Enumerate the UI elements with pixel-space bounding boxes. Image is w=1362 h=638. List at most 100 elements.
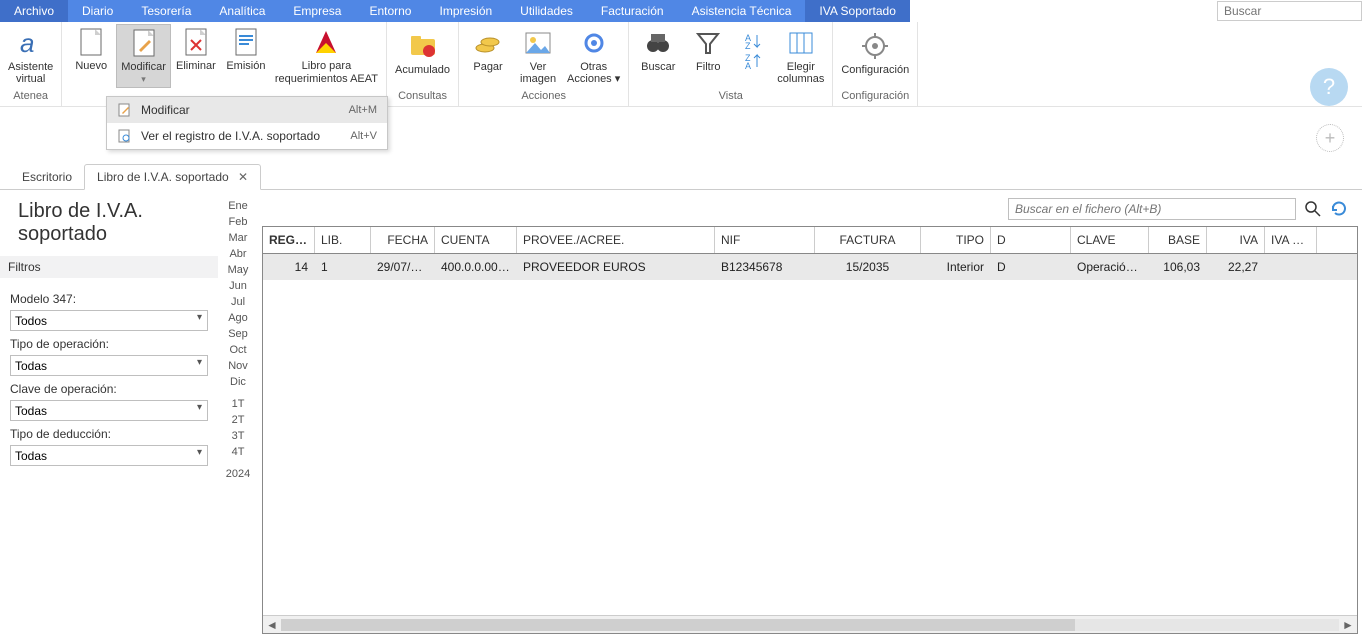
- otras-acciones-button[interactable]: OtrasAcciones ▾: [563, 25, 624, 88]
- page-title: Libro de I.V.A. soportado: [0, 190, 218, 256]
- search-icon[interactable]: [1304, 200, 1322, 218]
- rbtn-label: Verimagen: [520, 61, 556, 86]
- menu-analitica[interactable]: Analítica: [205, 0, 279, 22]
- tab-escritorio[interactable]: Escritorio: [10, 165, 84, 189]
- close-icon[interactable]: ✕: [238, 170, 248, 184]
- pagar-button[interactable]: Pagar: [463, 25, 513, 76]
- dropdown-item-label: Ver el registro de I.V.A. soportado: [141, 129, 320, 143]
- quarter-3t[interactable]: 3T: [232, 428, 245, 444]
- buscar-button[interactable]: Buscar: [633, 25, 683, 76]
- col-factura[interactable]: FACTURA: [815, 227, 921, 253]
- rbtn-label: Filtro: [696, 61, 720, 74]
- menu-diario[interactable]: Diario: [68, 0, 127, 22]
- col-d[interactable]: D: [991, 227, 1071, 253]
- month-may[interactable]: May: [228, 262, 249, 278]
- month-dic[interactable]: Dic: [230, 374, 246, 390]
- scroll-right-icon[interactable]: ►: [1339, 618, 1357, 632]
- file-search-input[interactable]: [1008, 198, 1296, 220]
- quarter-1t[interactable]: 1T: [232, 396, 245, 412]
- filters-body: Modelo 347: Tipo de operación: Clave de …: [0, 278, 218, 474]
- month-abr[interactable]: Abr: [229, 246, 246, 262]
- menu-facturacion[interactable]: Facturación: [587, 0, 678, 22]
- help-button[interactable]: ?: [1310, 68, 1348, 106]
- month-oct[interactable]: Oct: [229, 342, 246, 358]
- scroll-left-icon[interactable]: ◄: [263, 618, 281, 632]
- menu-tesoreria[interactable]: Tesorería: [127, 0, 205, 22]
- nuevo-button[interactable]: Nuevo: [66, 24, 116, 75]
- horizontal-scrollbar[interactable]: ◄ ►: [263, 615, 1357, 633]
- month-feb[interactable]: Feb: [229, 214, 248, 230]
- scroll-thumb[interactable]: [281, 619, 1075, 631]
- refresh-icon[interactable]: [1330, 200, 1348, 218]
- filter-label-clave-operacion: Clave de operación:: [10, 382, 208, 396]
- filter-select-tipo-deduccion[interactable]: [10, 445, 208, 466]
- tab-libro-iva[interactable]: Libro de I.V.A. soportado ✕: [84, 164, 261, 190]
- month-jul[interactable]: Jul: [231, 294, 245, 310]
- menu-iva-soportado[interactable]: IVA Soportado: [805, 0, 910, 22]
- ver-imagen-button[interactable]: Verimagen: [513, 25, 563, 88]
- col-fecha[interactable]: FECHA: [371, 227, 435, 253]
- group-label: Vista: [719, 88, 743, 106]
- global-search-input[interactable]: [1217, 1, 1362, 21]
- month-mar[interactable]: Mar: [229, 230, 248, 246]
- month-jun[interactable]: Jun: [229, 278, 247, 294]
- year-2024[interactable]: 2024: [226, 466, 250, 482]
- cell-clave: Operación ...: [1071, 254, 1149, 280]
- month-ene[interactable]: Ene: [228, 198, 248, 214]
- col-base[interactable]: BASE: [1149, 227, 1207, 253]
- cell-cuenta: 400.0.0.00000: [435, 254, 517, 280]
- ribbon-group-consultas: Acumulado Consultas: [387, 22, 459, 106]
- dropdown-item-shortcut: Alt+M: [349, 104, 377, 116]
- menu-entorno[interactable]: Entorno: [355, 0, 425, 22]
- col-nif[interactable]: NIF: [715, 227, 815, 253]
- add-tile-button[interactable]: +: [1316, 124, 1344, 152]
- menu-asistencia[interactable]: Asistencia Técnica: [678, 0, 806, 22]
- cell-ivaded: [1265, 254, 1317, 280]
- cell-d: D: [991, 254, 1071, 280]
- month-strip: Ene Feb Mar Abr May Jun Jul Ago Sep Oct …: [218, 190, 258, 638]
- filter-label-tipo-operacion: Tipo de operación:: [10, 337, 208, 351]
- col-clave[interactable]: CLAVE: [1071, 227, 1149, 253]
- coins-icon: [472, 27, 504, 59]
- filter-select-tipo-operacion[interactable]: [10, 355, 208, 376]
- col-ivaded[interactable]: IVA DED: [1265, 227, 1317, 253]
- col-regis[interactable]: REGIS...: [263, 227, 315, 253]
- dropdown-item-ver-registro[interactable]: Ver el registro de I.V.A. soportado Alt+…: [107, 123, 387, 149]
- menu-archivo[interactable]: Archivo: [0, 0, 68, 22]
- col-cuenta[interactable]: CUENTA: [435, 227, 517, 253]
- filter-select-clave-operacion[interactable]: [10, 400, 208, 421]
- scroll-track[interactable]: [281, 619, 1339, 631]
- rbtn-label: Eliminar: [176, 60, 216, 73]
- month-ago[interactable]: Ago: [228, 310, 248, 326]
- quarter-4t[interactable]: 4T: [232, 444, 245, 460]
- col-lib[interactable]: LIB.: [315, 227, 371, 253]
- cell-base: 106,03: [1149, 254, 1207, 280]
- group-label: Consultas: [398, 88, 447, 106]
- sort-buttons[interactable]: AZ ZA: [733, 25, 773, 79]
- libro-aeat-button[interactable]: Libro pararequerimientos AEAT: [271, 24, 382, 87]
- configuracion-button[interactable]: Configuración: [837, 28, 913, 79]
- plus-icon: +: [1325, 128, 1336, 149]
- rbtn-label: Asistentevirtual: [8, 61, 53, 86]
- col-iva[interactable]: IVA: [1207, 227, 1265, 253]
- menu-impresion[interactable]: Impresión: [425, 0, 506, 22]
- asistente-virtual-button[interactable]: a Asistentevirtual: [4, 25, 57, 88]
- dropdown-item-modificar[interactable]: Modificar Alt+M: [107, 97, 387, 123]
- menu-utilidades[interactable]: Utilidades: [506, 0, 587, 22]
- elegir-columnas-button[interactable]: Elegircolumnas: [773, 25, 828, 88]
- month-nov[interactable]: Nov: [228, 358, 248, 374]
- filter-select-modelo347[interactable]: [10, 310, 208, 331]
- col-tipo[interactable]: TIPO: [921, 227, 991, 253]
- menu-empresa[interactable]: Empresa: [279, 0, 355, 22]
- eliminar-button[interactable]: Eliminar: [171, 24, 221, 75]
- emision-button[interactable]: Emisión: [221, 24, 271, 75]
- filtro-button[interactable]: Filtro: [683, 25, 733, 76]
- dropdown-item-shortcut: Alt+V: [350, 130, 377, 142]
- table-row[interactable]: 14 1 29/07/20... 400.0.0.00000 PROVEEDOR…: [263, 254, 1357, 280]
- col-provee[interactable]: PROVEE./ACREE.: [517, 227, 715, 253]
- grid-body[interactable]: 14 1 29/07/20... 400.0.0.00000 PROVEEDOR…: [263, 254, 1357, 615]
- quarter-2t[interactable]: 2T: [232, 412, 245, 428]
- acumulado-button[interactable]: Acumulado: [391, 28, 454, 79]
- modificar-button[interactable]: Modificar ▾: [116, 24, 171, 88]
- month-sep[interactable]: Sep: [228, 326, 248, 342]
